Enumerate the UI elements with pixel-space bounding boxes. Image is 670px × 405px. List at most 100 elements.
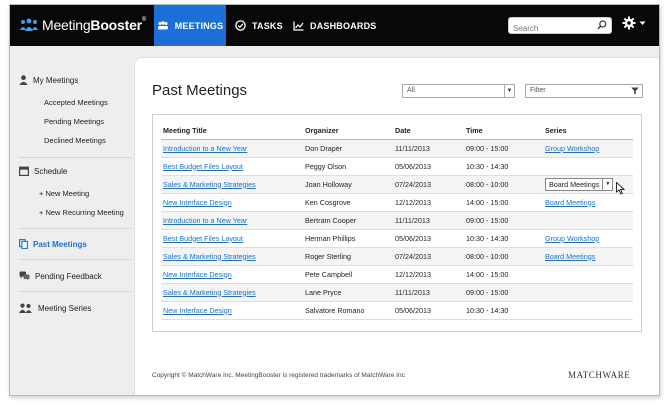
date-cell: 07/24/2013 (393, 175, 464, 194)
organizer-text: Herman Phillips (305, 233, 356, 243)
meeting-title-link[interactable]: New Interface Design (163, 270, 232, 279)
sidebar-item-pending[interactable]: Pending Meetings (44, 117, 104, 126)
time-cell: 10:30 - 14:30 (464, 229, 543, 248)
table-row[interactable]: Introduction to a New Year Bertram Cooper… (161, 211, 633, 230)
sidebar-item-my-meetings[interactable]: My Meetings (19, 75, 78, 85)
table-row[interactable]: New Interface Design Ken Cosgrove 12/12/20… (161, 193, 633, 212)
column-header-organizer[interactable]: Organizer (303, 123, 393, 140)
series-cell: Group Workshop (543, 229, 633, 248)
organizer-cell: Joan Holloway (303, 175, 393, 194)
date-text: 05/06/2013 (395, 305, 431, 315)
meeting-title-cell: Introduction to a New Year (161, 211, 303, 230)
sidebar-item-meeting-series[interactable]: Meeting Series (19, 303, 91, 313)
sidebar-item-schedule[interactable]: Schedule (19, 166, 67, 176)
table-row[interactable]: Sales & Marketing Strategies Roger Sterli… (161, 247, 633, 266)
series-link[interactable]: Group Workshop (545, 234, 599, 243)
sidebar-item-pending-feedback[interactable]: Pending Feedback (19, 271, 102, 281)
search-input[interactable] (513, 21, 593, 36)
date-cell: 05/06/2013 (393, 301, 464, 320)
column-header-meeting-title[interactable]: Meeting Title (161, 123, 303, 140)
time-text: 14:00 - 15:00 (466, 269, 509, 279)
table-row[interactable]: Best Budget Files Layout Peggy Olson 05/06… (161, 157, 633, 176)
date-cell: 11/11/2013 (393, 211, 464, 230)
sidebar-item-new-recurring-meeting[interactable]: + New Recurring Meeting (39, 208, 124, 217)
gear-icon (622, 16, 636, 30)
table-row[interactable]: Sales & Marketing Strategies Lane Pryce 11… (161, 283, 633, 302)
table-row[interactable]: Best Budget Files Layout Herman Phillips 0… (161, 229, 633, 248)
chevron-down-icon (639, 21, 646, 25)
top-nav-bar: MeetingBooster® MEETINGS TASKS DASHBOARD… (10, 5, 659, 46)
tab-tasks[interactable]: TASKS (235, 5, 283, 46)
time-text: 08:00 - 10:00 (466, 179, 509, 189)
search-icon[interactable] (597, 20, 607, 30)
meeting-title-cell: Introduction to a New Year (161, 139, 303, 158)
table-row[interactable]: New Interface Design Pete Campbell 12/12/2… (161, 265, 633, 284)
meeting-title-link[interactable]: New Interface Design (163, 306, 232, 315)
series-dropdown[interactable]: Board Meetings ▼ (545, 177, 614, 191)
series-link[interactable]: Group Workshop (545, 144, 599, 153)
organizer-text: Lane Pryce (305, 287, 342, 297)
calendar-icon (19, 166, 29, 176)
column-header-series[interactable]: Series (543, 123, 633, 140)
date-cell: 12/12/2013 (393, 265, 464, 284)
sidebar-item-declined[interactable]: Declined Meetings (44, 136, 106, 145)
sidebar-item-label: My Meetings (33, 75, 79, 85)
sidebar-item-past-meetings[interactable]: Past Meetings (19, 239, 87, 249)
date-text: 11/11/2013 (395, 215, 430, 225)
funnel-icon (631, 87, 639, 95)
meeting-title-link[interactable]: New Interface Design (163, 198, 232, 207)
table-row[interactable]: Introduction to a New Year Don Draper 11/1… (161, 139, 633, 158)
sidebar-divider (19, 259, 131, 260)
chevron-down-icon: ▼ (602, 178, 612, 190)
tab-meetings[interactable]: MEETINGS (154, 5, 226, 46)
date-text: 12/12/2013 (395, 197, 431, 207)
date-text: 11/11/2013 (395, 287, 430, 297)
column-header-date[interactable]: Date (393, 123, 464, 140)
check-circle-icon (235, 20, 246, 31)
time-text: 14:00 - 15:00 (466, 197, 509, 207)
sidebar-divider (19, 291, 131, 292)
date-cell: 11/11/2013 (393, 139, 464, 158)
time-cell: 09:00 - 15:00 (464, 139, 543, 158)
time-cell: 10:30 - 14:30 (464, 157, 543, 176)
sidebar-item-label: Past Meetings (33, 239, 87, 249)
app-logo[interactable]: MeetingBooster® (19, 17, 146, 33)
filter-select[interactable]: Filter (525, 84, 643, 98)
search-box (508, 17, 612, 36)
series-link[interactable]: Board Meetings (545, 252, 595, 261)
scope-select[interactable]: All ▼ (402, 84, 515, 98)
meeting-title-link[interactable]: Best Budget Files Layout (163, 162, 243, 171)
people-icon (19, 303, 32, 313)
time-cell: 08:00 - 10:00 (464, 247, 543, 266)
tab-dashboards[interactable]: DASHBOARDS (293, 5, 377, 46)
meeting-title-link[interactable]: Introduction to a New Year (163, 144, 247, 153)
meeting-title-cell: Sales & Marketing Strategies (161, 247, 303, 266)
organizer-text: Salvatore Romano (305, 305, 365, 315)
meeting-title-cell: Sales & Marketing Strategies (161, 283, 303, 302)
series-link[interactable]: Board Meetings (545, 198, 595, 207)
date-text: 07/24/2013 (395, 251, 431, 261)
series-cell (543, 265, 633, 284)
time-text: 09:00 - 15:00 (466, 215, 509, 225)
settings-menu[interactable] (622, 16, 646, 30)
meeting-title-link[interactable]: Sales & Marketing Strategies (163, 288, 256, 297)
sidebar-item-label: Meeting Series (38, 303, 92, 313)
tab-tasks-label: TASKS (252, 20, 283, 31)
meeting-title-link[interactable]: Sales & Marketing Strategies (163, 180, 256, 189)
date-text: 11/11/2013 (395, 143, 430, 153)
meeting-title-cell: Sales & Marketing Strategies (161, 175, 303, 194)
sidebar-item-new-meeting[interactable]: + New Meeting (39, 189, 89, 198)
meeting-title-link[interactable]: Introduction to a New Year (163, 216, 247, 225)
meeting-title-cell: Best Budget Files Layout (161, 157, 303, 176)
table-row[interactable]: Sales & Marketing Strategies Joan Hollowa… (161, 175, 633, 195)
meeting-title-link[interactable]: Best Budget Files Layout (163, 234, 243, 243)
sidebar-item-accepted[interactable]: Accepted Meetings (44, 98, 108, 107)
column-header-time[interactable]: Time (464, 123, 543, 140)
series-cell (543, 211, 633, 230)
table-row[interactable]: New Interface Design Salvatore Romano 05/0… (161, 301, 633, 320)
organizer-cell: Ken Cosgrove (303, 193, 393, 212)
sidebar-item-label: Pending Feedback (35, 271, 102, 281)
chevron-down-icon: ▼ (504, 85, 514, 97)
organizer-text: Joan Holloway (305, 179, 352, 189)
meeting-title-link[interactable]: Sales & Marketing Strategies (163, 252, 256, 261)
